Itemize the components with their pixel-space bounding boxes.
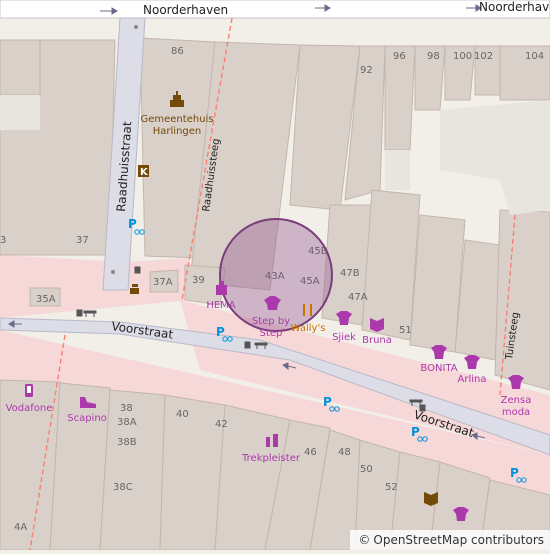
street-node-marker xyxy=(111,270,115,274)
svg-text:Harlingen: Harlingen xyxy=(153,126,202,137)
house-number: 38 xyxy=(120,403,133,414)
svg-text:P: P xyxy=(128,217,137,231)
poi-label-scapino: Scapino xyxy=(67,413,107,424)
house-number: 38B xyxy=(117,437,137,448)
house-number: 4A xyxy=(14,522,27,533)
mobile-phone-shop-icon xyxy=(25,384,33,397)
attribution-link[interactable]: OpenStreetMap contributors xyxy=(373,533,544,547)
poi-label-zensa-moda: Zensa moda xyxy=(501,395,532,418)
house-number: 37A xyxy=(153,277,173,288)
copyright-symbol: © xyxy=(358,533,371,547)
waste-basket-icon xyxy=(419,404,426,412)
house-number: 52 xyxy=(385,482,398,493)
house-number: 48 xyxy=(338,447,351,458)
house-number: 46 xyxy=(304,447,317,458)
house-number: 96 xyxy=(393,51,406,62)
map-view[interactable]: Noorderhaven Noorderhaven Raadhuisstraat… xyxy=(0,0,550,551)
street-label-noorderhaven: Noorderhaven xyxy=(479,0,550,14)
map-canvas: Noorderhaven Noorderhaven Raadhuisstraat… xyxy=(0,0,550,551)
svg-text:Zensa: Zensa xyxy=(501,395,532,406)
street-node-marker xyxy=(134,25,138,29)
location-marker-circle[interactable] xyxy=(219,218,333,332)
house-number: 38A xyxy=(117,417,137,428)
poi-label-vodafone: Vodafone xyxy=(6,403,53,414)
house-number: 39 xyxy=(192,275,205,286)
waste-basket-icon xyxy=(76,309,83,317)
poi-label-arlina: Arlina xyxy=(458,374,487,385)
museum-icon: K xyxy=(138,165,149,178)
svg-text:moda: moda xyxy=(502,407,530,418)
house-number: 100 xyxy=(453,51,472,62)
house-number: 51 xyxy=(399,325,412,336)
poi-label-hema: HEMA xyxy=(206,300,235,311)
street-label-noorderhaven: Noorderhaven xyxy=(143,3,228,17)
waste-basket-icon xyxy=(244,341,251,349)
house-number: 37 xyxy=(76,235,89,246)
house-number: 47A xyxy=(348,292,368,303)
svg-text:K: K xyxy=(140,167,149,178)
house-number: 47B xyxy=(340,268,360,279)
house-number: 40 xyxy=(176,409,189,420)
poi-label-sjiek: Sjiek xyxy=(332,332,356,343)
house-number: 3 xyxy=(0,235,6,246)
poi-label-trekpleister: Trekpleister xyxy=(241,453,301,464)
poi-label-wallys: Wally's xyxy=(291,323,326,334)
house-number: 92 xyxy=(360,65,373,76)
house-number: 98 xyxy=(427,51,440,62)
house-number: 50 xyxy=(360,464,373,475)
poi-label-bonita: BONITA xyxy=(420,363,457,374)
house-number: 102 xyxy=(474,51,493,62)
svg-text:Step: Step xyxy=(260,328,283,339)
house-number: 38C xyxy=(113,482,133,493)
svg-text:Step by: Step by xyxy=(252,316,290,327)
map-attribution: © OpenStreetMap contributors xyxy=(350,530,550,550)
poi-label-bruna: Bruna xyxy=(362,335,392,346)
house-number: 104 xyxy=(525,51,544,62)
svg-text:Gemeentehuis: Gemeentehuis xyxy=(140,114,213,125)
waste-basket-icon xyxy=(134,266,141,274)
house-number: 35A xyxy=(36,294,56,305)
house-number: 42 xyxy=(215,419,228,430)
house-number: 86 xyxy=(171,46,184,57)
